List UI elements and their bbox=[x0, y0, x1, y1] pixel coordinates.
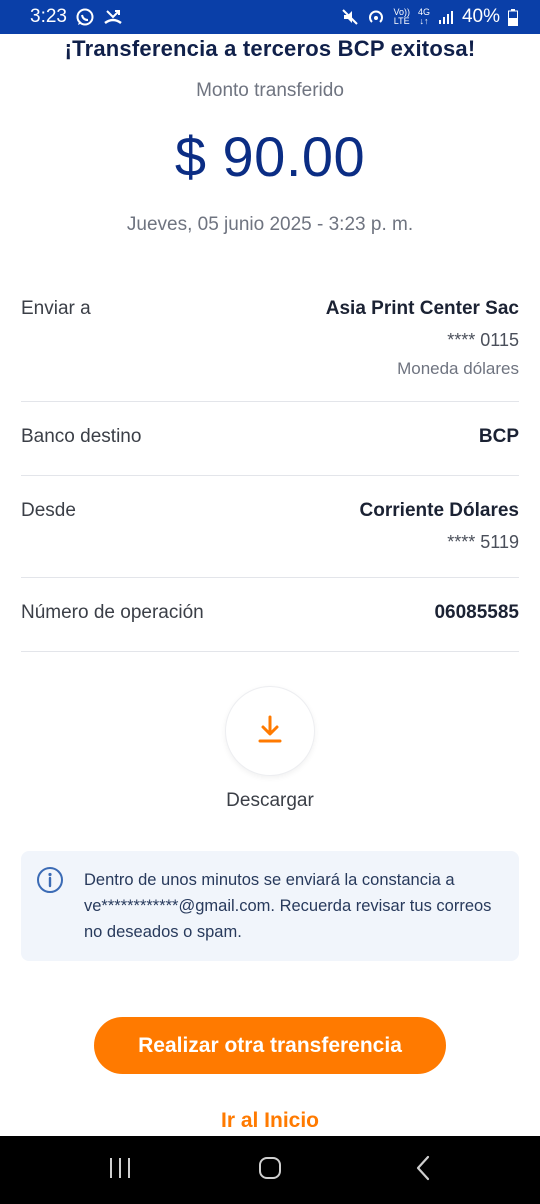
divider bbox=[21, 651, 519, 652]
info-message: Dentro de unos minutos se enviará la con… bbox=[84, 871, 492, 941]
divider bbox=[21, 401, 519, 402]
back-button[interactable] bbox=[393, 1136, 453, 1204]
status-bar: 3:23 Vo)) LTE 4G ↓↑ 40% bbox=[0, 0, 540, 34]
amount-value: $ 90.00 bbox=[174, 125, 366, 188]
operation-row: Número de operación 06085585 bbox=[21, 602, 519, 624]
from-label: Desde bbox=[21, 500, 76, 521]
missed-call-icon bbox=[103, 8, 123, 26]
operation-label: Número de operación bbox=[21, 602, 204, 623]
go-home-link[interactable]: Ir al Inicio bbox=[0, 1109, 540, 1133]
page-title: ¡Transferencia a terceros BCP exitosa! bbox=[64, 36, 476, 61]
whatsapp-icon bbox=[75, 7, 95, 27]
home-button[interactable] bbox=[240, 1136, 300, 1204]
bank-row: Banco destino BCP bbox=[21, 426, 519, 448]
battery-icon bbox=[508, 8, 518, 26]
download-label[interactable]: Descargar bbox=[0, 790, 540, 812]
recipient-currency: Moneda dólares bbox=[397, 359, 519, 378]
data-indicator: 4G ↓↑ bbox=[417, 7, 430, 26]
recipient-row: Enviar a Asia Print Center Sac **** 0115… bbox=[21, 298, 519, 379]
mute-icon bbox=[341, 8, 359, 26]
status-time: 3:23 bbox=[30, 6, 67, 27]
divider bbox=[21, 577, 519, 578]
from-account: **** 5119 bbox=[447, 532, 519, 552]
amount-label: Monto transferido bbox=[196, 80, 344, 101]
download-icon bbox=[257, 715, 283, 748]
from-account-type: Corriente Dólares bbox=[359, 500, 519, 521]
signal-icon bbox=[438, 9, 454, 25]
recipient-label: Enviar a bbox=[21, 298, 91, 319]
recent-apps-icon bbox=[108, 1157, 132, 1184]
operation-number: 06085585 bbox=[434, 602, 519, 623]
from-row: Desde Corriente Dólares **** 5119 bbox=[21, 500, 519, 553]
info-icon bbox=[36, 866, 64, 899]
system-nav-bar bbox=[0, 1136, 540, 1204]
volte-indicator: Vo)) LTE bbox=[393, 7, 410, 26]
new-transfer-button[interactable]: Realizar otra transferencia bbox=[94, 1017, 446, 1074]
bank-label: Banco destino bbox=[21, 426, 142, 447]
transfer-datetime: Jueves, 05 junio 2025 - 3:23 p. m. bbox=[126, 214, 414, 235]
bank-value: BCP bbox=[478, 426, 519, 447]
recent-apps-button[interactable] bbox=[90, 1136, 150, 1204]
recipient-account: **** 0115 bbox=[447, 330, 519, 350]
battery-percent: 40% bbox=[461, 6, 500, 27]
home-icon bbox=[258, 1156, 282, 1185]
recipient-name: Asia Print Center Sac bbox=[325, 298, 519, 319]
hotspot-icon bbox=[367, 8, 385, 26]
info-box: Dentro de unos minutos se enviará la con… bbox=[21, 851, 519, 961]
back-icon bbox=[415, 1155, 431, 1186]
receipt-content: ¡Transferencia a terceros BCP exitosa! M… bbox=[0, 34, 540, 1136]
divider bbox=[21, 475, 519, 476]
download-button[interactable] bbox=[225, 686, 315, 776]
